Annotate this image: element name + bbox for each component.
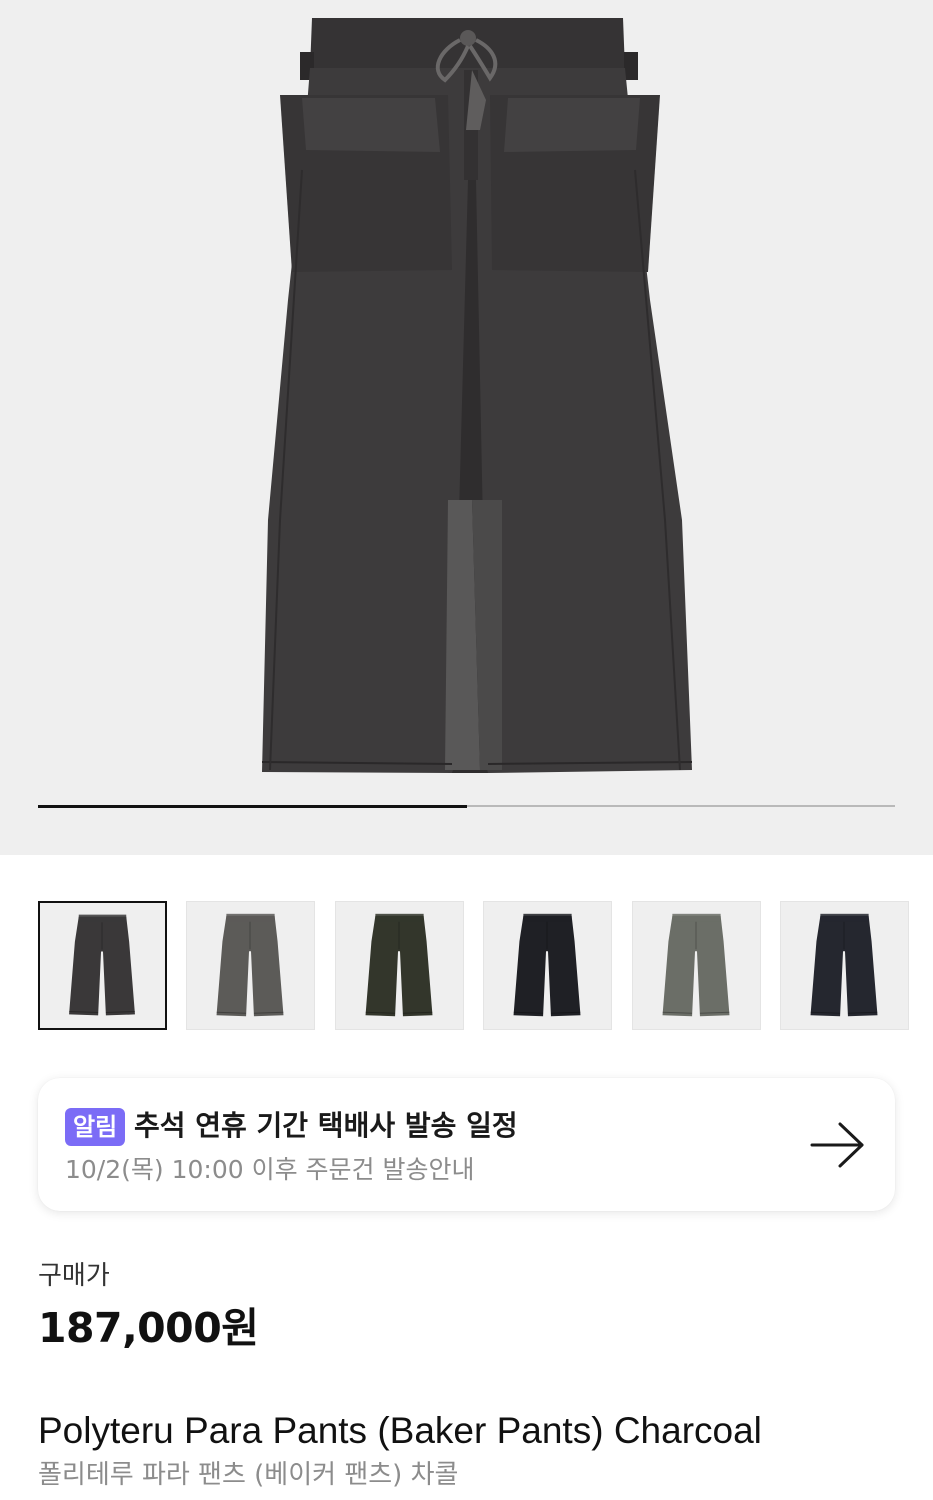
price-value: 187,000원 [38, 1304, 259, 1352]
thumbnail-pants-image [216, 913, 284, 1017]
thumbnail-gray[interactable] [186, 901, 316, 1030]
carousel-progress-fill [38, 804, 467, 808]
thumbnail-strip [38, 901, 933, 1031]
product-image-carousel[interactable] [0, 0, 933, 855]
thumbnail-charcoal[interactable] [38, 901, 167, 1030]
arrow-right-icon[interactable] [808, 1120, 868, 1170]
price-label: 구매가 [38, 1261, 110, 1291]
thumbnail-pants-image [365, 913, 433, 1017]
carousel-progress-track [38, 804, 895, 808]
product-main-image [261, 18, 693, 773]
notice-card[interactable]: 알림 추석 연휴 기간 택배사 발송 일정 10/2(목) 10:00 이후 주… [38, 1078, 895, 1211]
notice-badge: 알림 [65, 1108, 126, 1146]
thumbnail-pants-image [810, 913, 878, 1017]
thumbnail-olive[interactable] [334, 901, 464, 1030]
product-detail-page: 알림 추석 연휴 기간 택배사 발송 일정 10/2(목) 10:00 이후 주… [0, 0, 933, 1500]
product-name-korean: 폴리테루 파라 팬츠 (베이커 팬츠) 차콜 [38, 1460, 459, 1490]
thumbnail-navy[interactable] [780, 901, 909, 1030]
thumbnail-sage[interactable] [631, 901, 761, 1030]
thumbnail-pants-image [513, 913, 581, 1017]
thumbnail-black[interactable] [483, 901, 613, 1030]
notice-subtitle: 10/2(목) 10:00 이후 주문건 발송안내 [65, 1155, 475, 1184]
product-name: Polyteru Para Pants (Baker Pants) Charco… [38, 1410, 762, 1451]
thumbnail-pants-image [69, 914, 135, 1016]
notice-title: 추석 연휴 기간 택배사 발송 일정 [134, 1109, 518, 1142]
thumbnail-pants-image [662, 913, 730, 1017]
